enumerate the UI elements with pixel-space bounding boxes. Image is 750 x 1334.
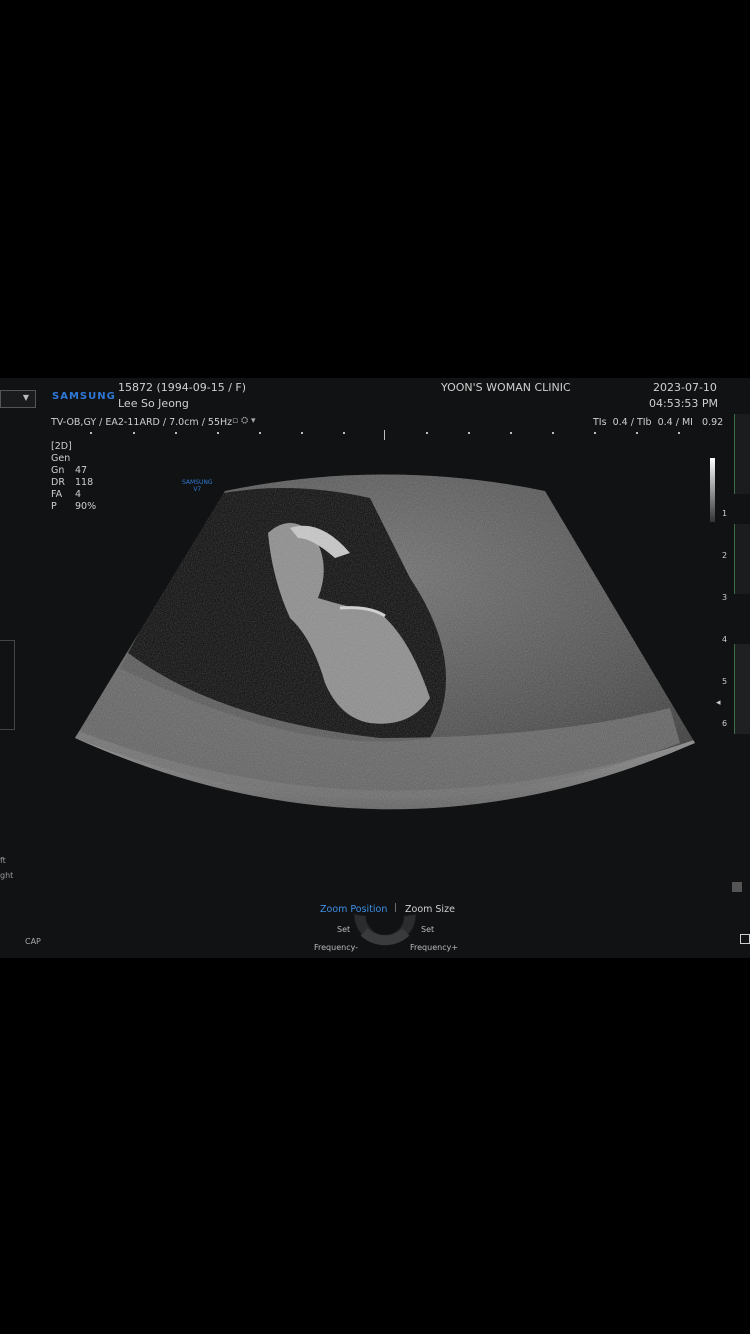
preset-dropdown[interactable]: ▼ (0, 390, 36, 408)
depth-tick-2: 2 (722, 551, 728, 560)
trackball-knob[interactable] (352, 902, 418, 952)
safety-indices: TIs 0.4 / TIb 0.4 / MI 0.92 (593, 417, 724, 428)
frequency-minus-button[interactable]: Frequency- (314, 943, 358, 952)
exam-time: 04:53:53 PM (649, 397, 719, 410)
probe-icons: ▫ ⛭ ▾ (232, 416, 256, 426)
depth-tick-3: 3 (722, 593, 728, 602)
exam-date: 2023-07-10 (653, 381, 717, 394)
window-icon[interactable] (740, 934, 750, 944)
thumbnail-3[interactable] (734, 644, 750, 734)
left-partial-label-2: ght (0, 871, 14, 880)
frequency-plus-button[interactable]: Frequency+ (410, 943, 458, 952)
ultrasound-screen: ▼ SAMSUNG 15872 (1994-09-15 / F) Lee So … (0, 378, 750, 958)
gray-scale-bar (710, 458, 715, 522)
depth-scale: 1 2 3 4 5 6 (722, 493, 727, 745)
set-right-button[interactable]: Set (421, 925, 434, 934)
brand-logo: SAMSUNG (52, 391, 116, 402)
clinic-name: YOON'S WOMAN CLINIC (441, 381, 571, 394)
thumbnail-2[interactable] (734, 524, 750, 594)
left-panel-box[interactable] (0, 640, 15, 730)
probe-info: TV-OB,GY / EA2-11ARD / 7.0cm / 55Hz (51, 417, 233, 428)
ultrasound-image (75, 474, 695, 810)
set-left-button[interactable]: Set (337, 925, 350, 934)
thumbnail-toggle[interactable] (732, 882, 742, 892)
thumbnail-1[interactable] (734, 414, 750, 494)
caps-indicator: CAP (25, 937, 41, 946)
depth-tick-4: 4 (722, 635, 728, 644)
speckle-noise (75, 474, 695, 810)
focus-marker-icon[interactable]: ◂ (716, 698, 721, 708)
depth-tick-1: 1 (722, 509, 728, 518)
patient-id: 15872 (1994-09-15 / F) (118, 381, 247, 394)
left-partial-label-1: ft (0, 856, 6, 865)
thumbnail-strip[interactable] (732, 414, 750, 944)
patient-name: Lee So Jeong (118, 397, 189, 410)
depth-tick-6: 6 (722, 719, 728, 728)
depth-tick-5: 5 (722, 677, 728, 686)
chevron-down-icon: ▼ (22, 393, 29, 402)
